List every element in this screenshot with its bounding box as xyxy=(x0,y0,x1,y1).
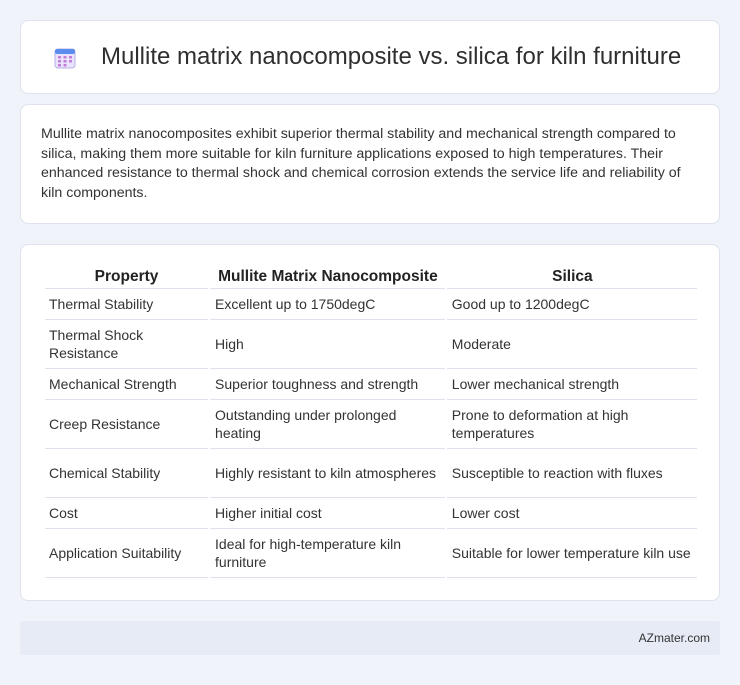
silica-cell: Moderate xyxy=(446,320,697,369)
table-row: Thermal Stability Excellent up to 1750de… xyxy=(45,289,697,320)
table-header-row: Property Mullite Matrix Nanocomposite Si… xyxy=(45,267,697,289)
mullite-cell: Highly resistant to kiln atmospheres xyxy=(210,449,445,498)
mullite-cell: Ideal for high-temperature kiln furnitur… xyxy=(210,529,445,578)
mullite-cell: Superior toughness and strength xyxy=(210,369,445,400)
title-card: Mullite matrix nanocomposite vs. silica … xyxy=(20,20,720,94)
page-title: Mullite matrix nanocomposite vs. silica … xyxy=(101,43,682,70)
silica-cell: Lower cost xyxy=(446,498,697,529)
property-cell: Thermal Shock Resistance xyxy=(45,320,209,369)
silica-cell: Prone to deformation at high temperature… xyxy=(446,400,697,449)
mullite-cell: Higher initial cost xyxy=(210,498,445,529)
property-cell: Cost xyxy=(45,498,209,529)
silica-cell: Lower mechanical strength xyxy=(446,369,697,400)
mullite-cell: Outstanding under prolonged heating xyxy=(210,400,445,449)
table-row: Application Suitability Ideal for high-t… xyxy=(45,529,697,578)
calendar-icon xyxy=(54,47,76,69)
mullite-cell: Excellent up to 1750degC xyxy=(210,289,445,320)
footer: AZmater.com xyxy=(20,621,720,655)
table-row: Creep Resistance Outstanding under prolo… xyxy=(45,400,697,449)
summary-text: Mullite matrix nanocomposites exhibit su… xyxy=(41,126,681,201)
property-cell: Creep Resistance xyxy=(45,400,209,449)
header-property: Property xyxy=(45,267,209,289)
silica-cell: Suitable for lower temperature kiln use xyxy=(446,529,697,578)
property-cell: Chemical Stability xyxy=(45,449,209,498)
table-row: Cost Higher initial cost Lower cost xyxy=(45,498,697,529)
header-silica: Silica xyxy=(446,267,697,289)
silica-cell: Good up to 1200degC xyxy=(446,289,697,320)
property-cell: Mechanical Strength xyxy=(45,369,209,400)
mullite-cell: High xyxy=(210,320,445,369)
silica-cell: Susceptible to reaction with fluxes xyxy=(446,449,697,498)
table-row: Mechanical Strength Superior toughness a… xyxy=(45,369,697,400)
property-cell: Thermal Stability xyxy=(45,289,209,320)
comparison-table: Property Mullite Matrix Nanocomposite Si… xyxy=(43,267,699,578)
comparison-card: Property Mullite Matrix Nanocomposite Si… xyxy=(20,244,720,601)
summary-card: Mullite matrix nanocomposites exhibit su… xyxy=(20,104,720,224)
table-row: Thermal Shock Resistance High Moderate xyxy=(45,320,697,369)
property-cell: Application Suitability xyxy=(45,529,209,578)
header-mullite: Mullite Matrix Nanocomposite xyxy=(210,267,445,289)
footer-brand: AZmater.com xyxy=(638,631,710,645)
table-row: Chemical Stability Highly resistant to k… xyxy=(45,449,697,498)
